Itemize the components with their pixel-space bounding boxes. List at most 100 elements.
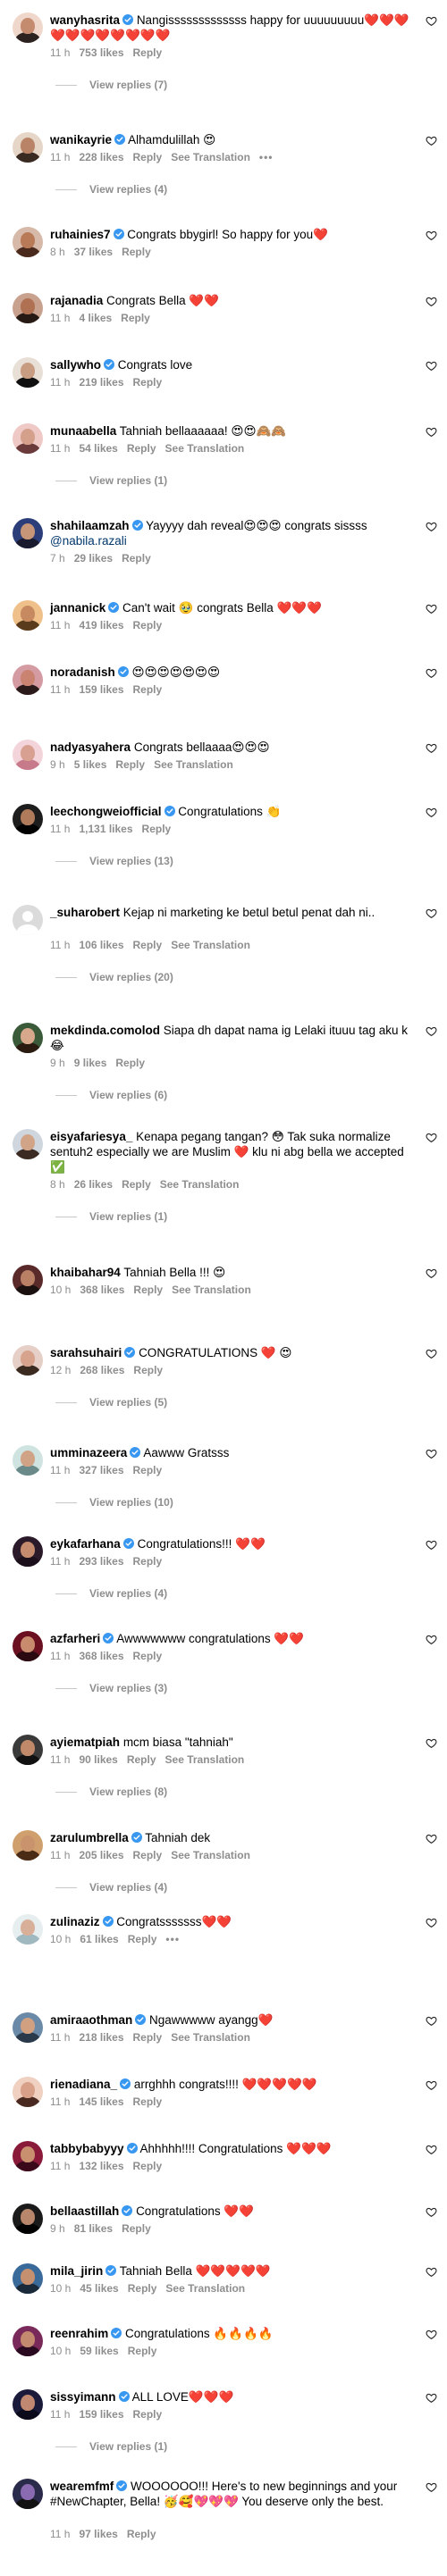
avatar[interactable] [13,1129,43,1159]
see-translation-button[interactable]: See Translation [172,1284,251,1296]
more-options-icon[interactable]: ••• [165,1933,180,1945]
comment-username[interactable]: umminazeera [50,1446,127,1459]
like-heart-icon[interactable] [426,2481,437,2493]
comment-username[interactable]: rajanadia [50,294,103,307]
like-heart-icon[interactable] [426,1132,437,1143]
avatar[interactable] [13,1735,43,1765]
see-translation-button[interactable]: See Translation [171,939,250,951]
avatar[interactable] [13,665,43,695]
reply-button[interactable]: Reply [133,151,163,163]
like-heart-icon[interactable] [426,135,437,146]
comment-likes[interactable]: 327 likes [79,1464,123,1476]
comment-likes[interactable]: 1,131 likes [79,823,132,835]
like-heart-icon[interactable] [426,1737,437,1749]
comment-likes[interactable]: 228 likes [79,151,123,163]
avatar[interactable] [13,1631,43,1661]
like-heart-icon[interactable] [426,2015,437,2027]
comment-username[interactable]: zarulumbrella [50,1831,129,1844]
like-heart-icon[interactable] [426,521,437,532]
comment-likes[interactable]: 106 likes [79,939,123,951]
comment-likes[interactable]: 29 likes [74,552,113,565]
comment-likes[interactable]: 132 likes [79,2160,123,2172]
view-replies-button[interactable]: View replies (10) [55,1496,173,1509]
avatar[interactable] [13,2479,43,2509]
comment-likes[interactable]: 97 likes [79,2528,117,2540]
like-heart-icon[interactable] [426,1833,437,1844]
reply-button[interactable]: Reply [128,2282,157,2295]
comment-username[interactable]: reenrahim [50,2327,108,2340]
comment-likes[interactable]: 293 likes [79,1555,123,1568]
reply-button[interactable]: Reply [133,1555,163,1568]
avatar[interactable] [13,13,43,43]
reply-button[interactable]: Reply [127,1753,156,1766]
reply-button[interactable]: Reply [133,46,163,59]
reply-button[interactable]: Reply [133,1464,163,1476]
like-heart-icon[interactable] [426,360,437,372]
reply-button[interactable]: Reply [133,2095,163,2108]
comment-username[interactable]: ruhainies7 [50,228,111,241]
comment-username[interactable]: eisyafariesya_ [50,1130,132,1143]
like-heart-icon[interactable] [426,667,437,679]
comment-username[interactable]: mekdinda.comolod [50,1024,160,1037]
comment-likes[interactable]: 5 likes [74,758,107,771]
like-heart-icon[interactable] [426,2206,437,2218]
comment-username[interactable]: mila_jirin [50,2264,103,2278]
comment-likes[interactable]: 159 likes [79,2408,123,2421]
reply-button[interactable]: Reply [127,2528,156,2540]
avatar[interactable] [13,1536,43,1567]
comment-username[interactable]: sarahsuhairi [50,1346,122,1359]
like-heart-icon[interactable] [426,907,437,919]
comment-likes[interactable]: 205 likes [79,1849,123,1861]
view-replies-button[interactable]: View replies (6) [55,1089,167,1101]
reply-button[interactable]: Reply [121,312,150,324]
view-replies-button[interactable]: View replies (4) [55,1587,167,1600]
avatar[interactable] [13,1914,43,1945]
see-translation-button[interactable]: See Translation [171,1849,250,1861]
reply-button[interactable]: Reply [133,939,163,951]
reply-button[interactable]: Reply [128,2345,157,2357]
avatar[interactable] [13,2326,43,2356]
mention-link[interactable]: @nabila.razali [50,534,127,548]
view-replies-button[interactable]: View replies (4) [55,1881,167,1894]
like-heart-icon[interactable] [426,2079,437,2091]
comment-username[interactable]: nadyasyahera [50,740,131,754]
view-replies-button[interactable]: View replies (20) [55,971,173,983]
comment-username[interactable]: wanikayrie [50,133,112,146]
avatar[interactable] [13,2263,43,2294]
comment-likes[interactable]: 81 likes [74,2222,113,2235]
reply-button[interactable]: Reply [115,1057,145,1069]
reply-button[interactable]: Reply [133,1650,163,1662]
comment-username[interactable]: _suharobert [50,906,120,919]
reply-button[interactable]: Reply [133,2031,163,2044]
comment-likes[interactable]: 37 likes [74,246,113,258]
comment-likes[interactable]: 45 likes [80,2282,118,2295]
like-heart-icon[interactable] [426,296,437,307]
avatar[interactable] [13,2012,43,2043]
comment-likes[interactable]: 159 likes [79,683,123,696]
comment-likes[interactable]: 368 likes [79,1650,123,1662]
comment-username[interactable]: shahilaamzah [50,519,130,532]
see-translation-button[interactable]: See Translation [165,1753,245,1766]
comment-likes[interactable]: 753 likes [79,46,123,59]
avatar[interactable] [13,2141,43,2171]
see-translation-button[interactable]: See Translation [160,1178,240,1191]
reply-button[interactable]: Reply [142,823,172,835]
like-heart-icon[interactable] [426,230,437,241]
reply-button[interactable]: Reply [133,619,163,631]
reply-button[interactable]: Reply [133,2160,163,2172]
comment-likes[interactable]: 218 likes [79,2031,123,2044]
comment-username[interactable]: eykafarhana [50,1537,121,1551]
reply-button[interactable]: Reply [122,2222,151,2235]
comment-username[interactable]: noradanish [50,665,115,679]
like-heart-icon[interactable] [426,1025,437,1037]
comment-likes[interactable]: 61 likes [80,1933,118,1945]
comment-username[interactable]: bellaastillah [50,2204,119,2218]
reply-button[interactable]: Reply [133,376,163,389]
comment-likes[interactable]: 268 likes [80,1364,124,1376]
see-translation-button[interactable]: See Translation [171,2031,250,2044]
comment-likes[interactable]: 419 likes [79,619,123,631]
like-heart-icon[interactable] [426,1634,437,1645]
see-translation-button[interactable]: See Translation [165,2282,245,2295]
avatar[interactable] [13,740,43,770]
reply-button[interactable]: Reply [122,552,151,565]
